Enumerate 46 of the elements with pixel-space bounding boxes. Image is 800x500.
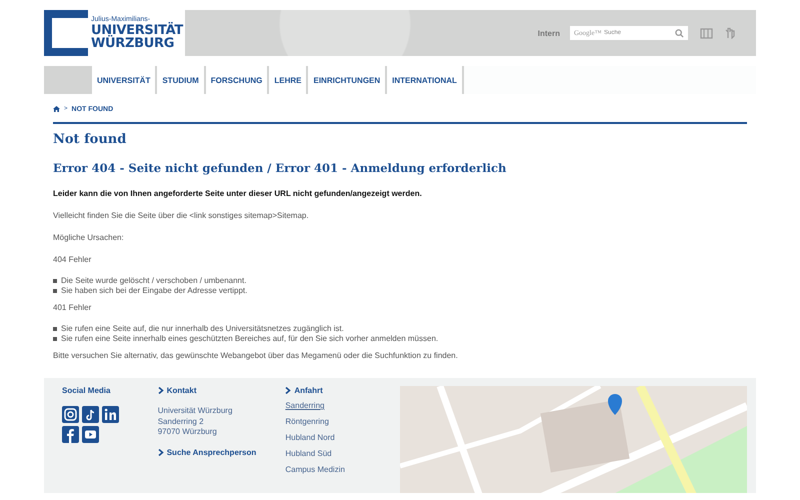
directions-link[interactable]: Anfahrt [285, 386, 400, 395]
location-link[interactable]: Hubland Süd [285, 449, 400, 459]
location-link[interactable]: Sanderring [285, 401, 400, 411]
tiktok-icon[interactable] [82, 406, 99, 423]
chevron-icon [158, 387, 164, 394]
list-text: Sie rufen eine Seite auf, die nur innerhalb des Universitätsnetzes zugänglich ist. [61, 324, 344, 334]
body-text: 404 Fehler [53, 255, 92, 265]
list-text: Sie rufen eine Seite innerhalb eines geschützten Bereiches auf, für den Sie sich vorher anmelden müssen. [61, 334, 438, 344]
nav-tab[interactable]: STUDIUM [157, 66, 204, 94]
contact-search-link[interactable]: Suche Ansprechperson [158, 448, 286, 456]
body-text: Mögliche Ursachen: [53, 233, 125, 243]
page-title: Not found [53, 132, 128, 147]
facebook-icon[interactable] [62, 426, 79, 443]
contact-link[interactable]: Kontakt [158, 386, 286, 395]
nav-tab[interactable]: UNIVERSITÄT [92, 66, 156, 94]
address-line: 97070 Würzburg [158, 427, 218, 438]
location-link[interactable]: Campus Medizin [285, 465, 400, 475]
social-media-heading: Social Media [62, 386, 112, 395]
logo-line: UNIVERSITÄT [91, 24, 183, 37]
bullet-icon [53, 337, 57, 341]
bullet-icon [53, 279, 57, 283]
address-line: Sanderring 2 [158, 416, 205, 427]
youtube-icon[interactable] [82, 426, 99, 443]
address-line: Universität Würzburg [158, 406, 234, 416]
linkedin-icon[interactable] [102, 406, 119, 423]
nav-tab[interactable]: FORSCHUNG [206, 66, 268, 94]
location-link[interactable]: Röntgenring [285, 417, 400, 427]
intro-text: Leider kann die von Ihnen angeforderte Seite unter dieser URL nicht gefunden/angezeigt werden. [53, 189, 423, 199]
body-text: Bitte versuchen Sie alternativ, das gewünschte Webangebot über das Megamenü oder die Suchfunktion zu finden. [53, 351, 459, 361]
chevron-icon [285, 387, 292, 394]
home-icon[interactable] [53, 106, 60, 112]
body-text: Vielleicht finden Sie die Seite über die <link sonstiges sitemap>Sitemap. [53, 211, 310, 221]
nav-tab[interactable]: LEHRE [269, 66, 306, 94]
error-heading: Error 404 - Seite nicht gefunden / Error 401 - Anmeldung erforderlich [53, 161, 508, 175]
location-link[interactable]: Hubland Nord [285, 433, 400, 443]
logo-line: WÜRZBURG [91, 37, 176, 50]
list-text: Die Seite wurde gelöscht / verschoben / umbenannt. [61, 276, 246, 286]
nav-tab[interactable]: INTERNATIONAL [387, 66, 462, 94]
chevron-icon [158, 448, 164, 456]
body-text: 401 Fehler [53, 303, 92, 313]
instagram-icon[interactable] [62, 406, 79, 423]
list-text: Sie haben sich bei der Eingabe der Adresse vertippt. [61, 286, 248, 296]
nav-tab[interactable]: EINRICHTUNGEN [308, 66, 386, 94]
search-icon[interactable] [675, 29, 684, 38]
bullet-icon [53, 289, 57, 293]
bullet-icon [53, 327, 57, 331]
